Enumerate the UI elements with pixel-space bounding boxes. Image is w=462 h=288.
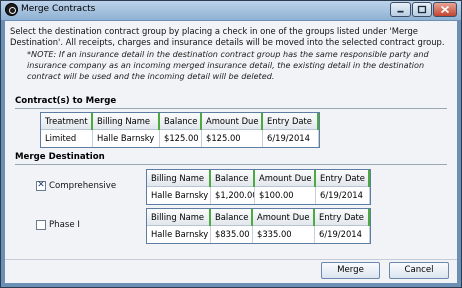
cell-entry-date: 6/19/2014 — [316, 187, 370, 204]
cancel-button[interactable]: Cancel — [389, 262, 449, 279]
column-header-entry-date[interactable]: Entry Date — [316, 170, 370, 187]
checkmark-icon — [37, 218, 45, 228]
cell-entry-date: 6/19/2014 — [263, 130, 319, 147]
merge-contracts-window: Merge Contracts Select the destination c… — [0, 0, 462, 288]
maximize-icon — [417, 5, 427, 14]
column-header-billing-name[interactable]: Billing Name — [93, 113, 160, 130]
note-text: *NOTE: If an insurance detail in the des… — [27, 49, 429, 81]
grid-header: Billing Name Balance Amount Due Entry Da… — [147, 170, 370, 187]
merge-button[interactable]: Merge — [321, 262, 380, 279]
column-header-entry-date[interactable]: Entry Date — [315, 209, 370, 226]
minimize-button[interactable] — [390, 2, 411, 17]
checkmark-icon: ✕ — [37, 180, 45, 190]
column-header-treatment[interactable]: Treatment — [41, 113, 93, 130]
instructions-text: Select the destination contract group by… — [10, 26, 445, 47]
column-header-billing-name[interactable]: Billing Name — [147, 170, 211, 187]
cell-amount-due: $125.00 — [202, 130, 263, 147]
cell-balance: $1,200.00 — [211, 187, 255, 204]
column-header-billing-name[interactable]: Billing Name — [147, 209, 211, 226]
cell-billing-name: Halle Barnsky — [147, 187, 211, 204]
comprehensive-label[interactable]: Comprehensive — [49, 181, 116, 191]
section-divider — [15, 108, 447, 109]
close-button[interactable] — [433, 2, 457, 17]
comprehensive-grid: Billing Name Balance Amount Due Entry Da… — [146, 169, 371, 205]
phase-i-label[interactable]: Phase I — [49, 220, 80, 230]
footer-divider — [5, 259, 457, 260]
column-header-balance[interactable]: Balance — [160, 113, 202, 130]
column-header-amount-due[interactable]: Amount Due — [202, 113, 263, 130]
cell-amount-due: $335.00 — [253, 226, 315, 243]
table-row[interactable]: Halle Barnsky $1,200.00 $100.00 6/19/201… — [147, 187, 370, 204]
maximize-button[interactable] — [412, 2, 432, 17]
dialog-body: Select the destination contract group by… — [5, 21, 457, 283]
contracts-to-merge-grid: Treatment Billing Name Balance Amount Du… — [40, 112, 320, 148]
merge-destination-label: Merge Destination — [15, 152, 105, 162]
title-bar[interactable]: Merge Contracts — [1, 1, 461, 20]
cell-entry-date: 6/19/2014 — [315, 226, 370, 243]
table-row[interactable]: Limited Halle Barnsky $125.00 $125.00 6/… — [41, 130, 319, 147]
window-title: Merge Contracts — [21, 4, 96, 14]
column-header-entry-date[interactable]: Entry Date — [263, 113, 319, 130]
phase-i-checkbox[interactable] — [36, 220, 46, 230]
column-header-amount-due[interactable]: Amount Due — [255, 170, 316, 187]
cell-balance: $835.00 — [211, 226, 253, 243]
cell-amount-due: $100.00 — [255, 187, 316, 204]
column-header-balance[interactable]: Balance — [211, 170, 255, 187]
grid-header: Treatment Billing Name Balance Amount Du… — [41, 113, 319, 130]
cell-balance: $125.00 — [160, 130, 202, 147]
column-header-balance[interactable]: Balance — [211, 209, 253, 226]
section-divider — [15, 164, 447, 165]
comprehensive-checkbox[interactable]: ✕ — [36, 180, 46, 191]
cell-billing-name: Halle Barnsky — [93, 130, 160, 147]
app-icon — [5, 3, 18, 16]
close-icon — [440, 5, 450, 14]
cell-treatment: Limited — [41, 130, 93, 147]
column-header-amount-due[interactable]: Amount Due — [253, 209, 315, 226]
minimize-icon — [397, 10, 404, 13]
grid-header: Billing Name Balance Amount Due Entry Da… — [147, 209, 370, 226]
cell-billing-name: Halle Barnsky — [147, 226, 211, 243]
phase-i-grid: Billing Name Balance Amount Due Entry Da… — [146, 208, 371, 244]
contracts-to-merge-label: Contract(s) to Merge — [15, 96, 117, 106]
table-row[interactable]: Halle Barnsky $835.00 $335.00 6/19/2014 — [147, 226, 370, 243]
